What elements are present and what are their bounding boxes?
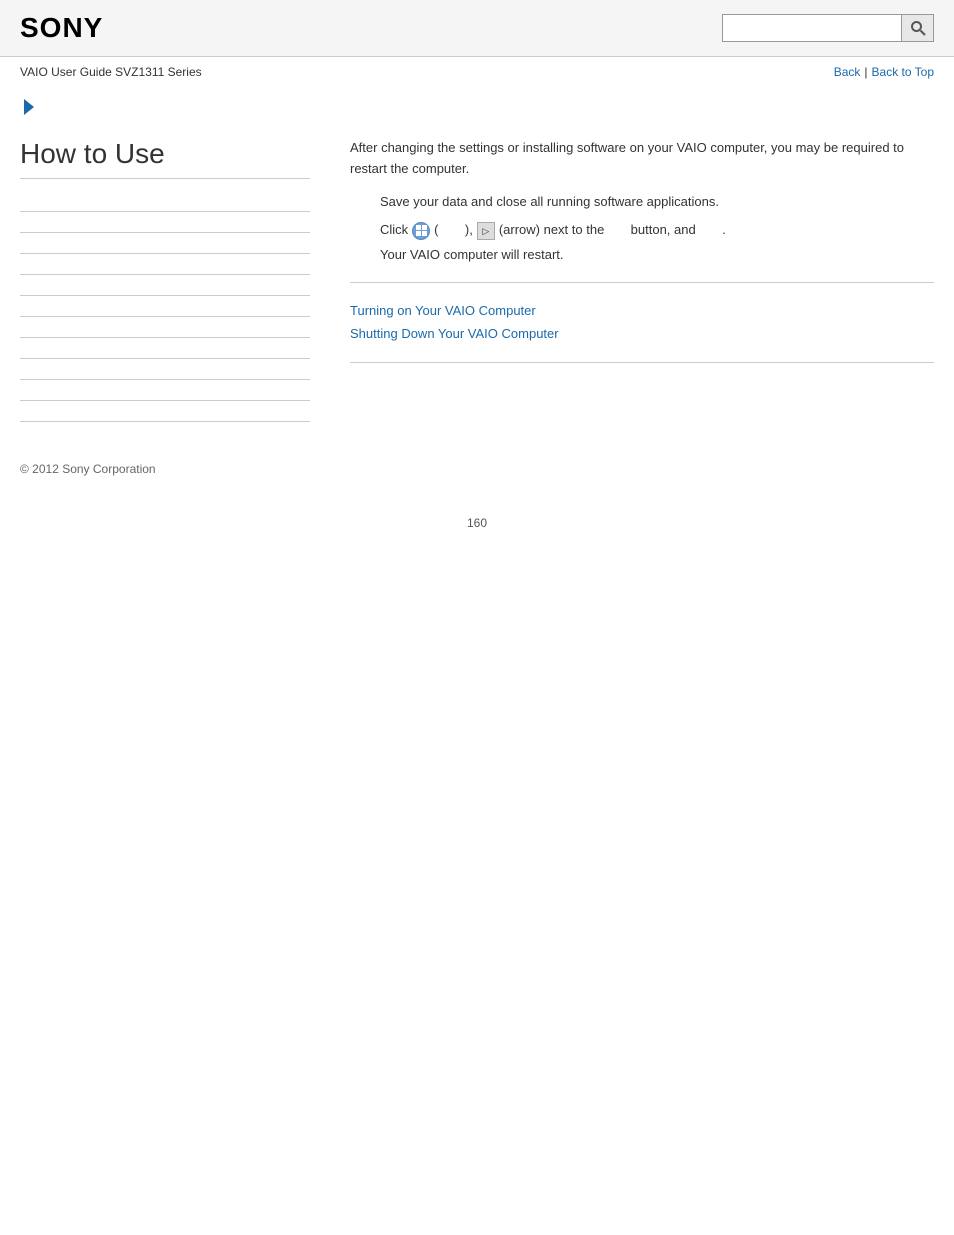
step2-button-label: button, and: [631, 220, 696, 241]
main-content: How to Use After changing the settings o…: [0, 118, 954, 442]
end-placeholder: [700, 222, 718, 240]
sidebar-item[interactable]: [20, 317, 310, 338]
paren-close: ),: [465, 220, 473, 241]
header-search-area: [722, 14, 934, 42]
sidebar-item[interactable]: [20, 254, 310, 275]
chevron-right-icon: [24, 99, 34, 115]
sidebar-item[interactable]: [20, 296, 310, 317]
content-step2: Click ( ), ▷ (arrow) next to the button,…: [380, 220, 934, 241]
search-button[interactable]: [902, 14, 934, 42]
sidebar: How to Use: [20, 138, 330, 422]
step2-middle: (arrow) next to the: [499, 220, 605, 241]
click-label: Click: [380, 220, 408, 241]
sidebar-item[interactable]: [20, 338, 310, 359]
content-divider: [350, 282, 934, 283]
copyright: © 2012 Sony Corporation: [20, 462, 156, 476]
sidebar-item[interactable]: [20, 212, 310, 233]
content-area: After changing the settings or installin…: [330, 138, 934, 422]
sidebar-item[interactable]: [20, 275, 310, 296]
sidebar-item[interactable]: [20, 191, 310, 212]
start-text-placeholder: [443, 222, 461, 240]
sidebar-title: How to Use: [20, 138, 310, 179]
search-input[interactable]: [722, 14, 902, 42]
breadcrumb-area: [0, 87, 954, 118]
step2-end: .: [722, 220, 726, 241]
sidebar-item[interactable]: [20, 359, 310, 380]
content-step1: Save your data and close all running sof…: [380, 192, 934, 213]
content-links: Turning on Your VAIO Computer Shutting D…: [350, 299, 934, 346]
content-step3: Your VAIO computer will restart.: [380, 245, 934, 266]
content-intro: After changing the settings or installin…: [350, 138, 934, 180]
back-to-top-link[interactable]: Back to Top: [872, 65, 934, 79]
footer: © 2012 Sony Corporation: [0, 442, 954, 496]
arrow-icon: ▷: [477, 222, 495, 240]
sidebar-item[interactable]: [20, 233, 310, 254]
link-turning-on[interactable]: Turning on Your VAIO Computer: [350, 299, 934, 322]
paren-open: (: [434, 220, 438, 241]
page-header: SONY: [0, 0, 954, 57]
nav-links: Back | Back to Top: [834, 65, 934, 79]
pipe-separator: |: [864, 65, 867, 79]
link-shutting-down[interactable]: Shutting Down Your VAIO Computer: [350, 322, 934, 345]
sidebar-item[interactable]: [20, 380, 310, 401]
back-link[interactable]: Back: [834, 65, 861, 79]
content-divider-bottom: [350, 362, 934, 363]
windows-start-icon: [412, 222, 430, 240]
sony-logo: SONY: [20, 12, 103, 44]
search-icon: [910, 20, 926, 36]
guide-title: VAIO User Guide SVZ1311 Series: [20, 65, 202, 79]
sidebar-item[interactable]: [20, 401, 310, 422]
page-number: 160: [0, 496, 954, 550]
button-placeholder: [608, 222, 626, 240]
sub-header: VAIO User Guide SVZ1311 Series Back | Ba…: [0, 57, 954, 87]
